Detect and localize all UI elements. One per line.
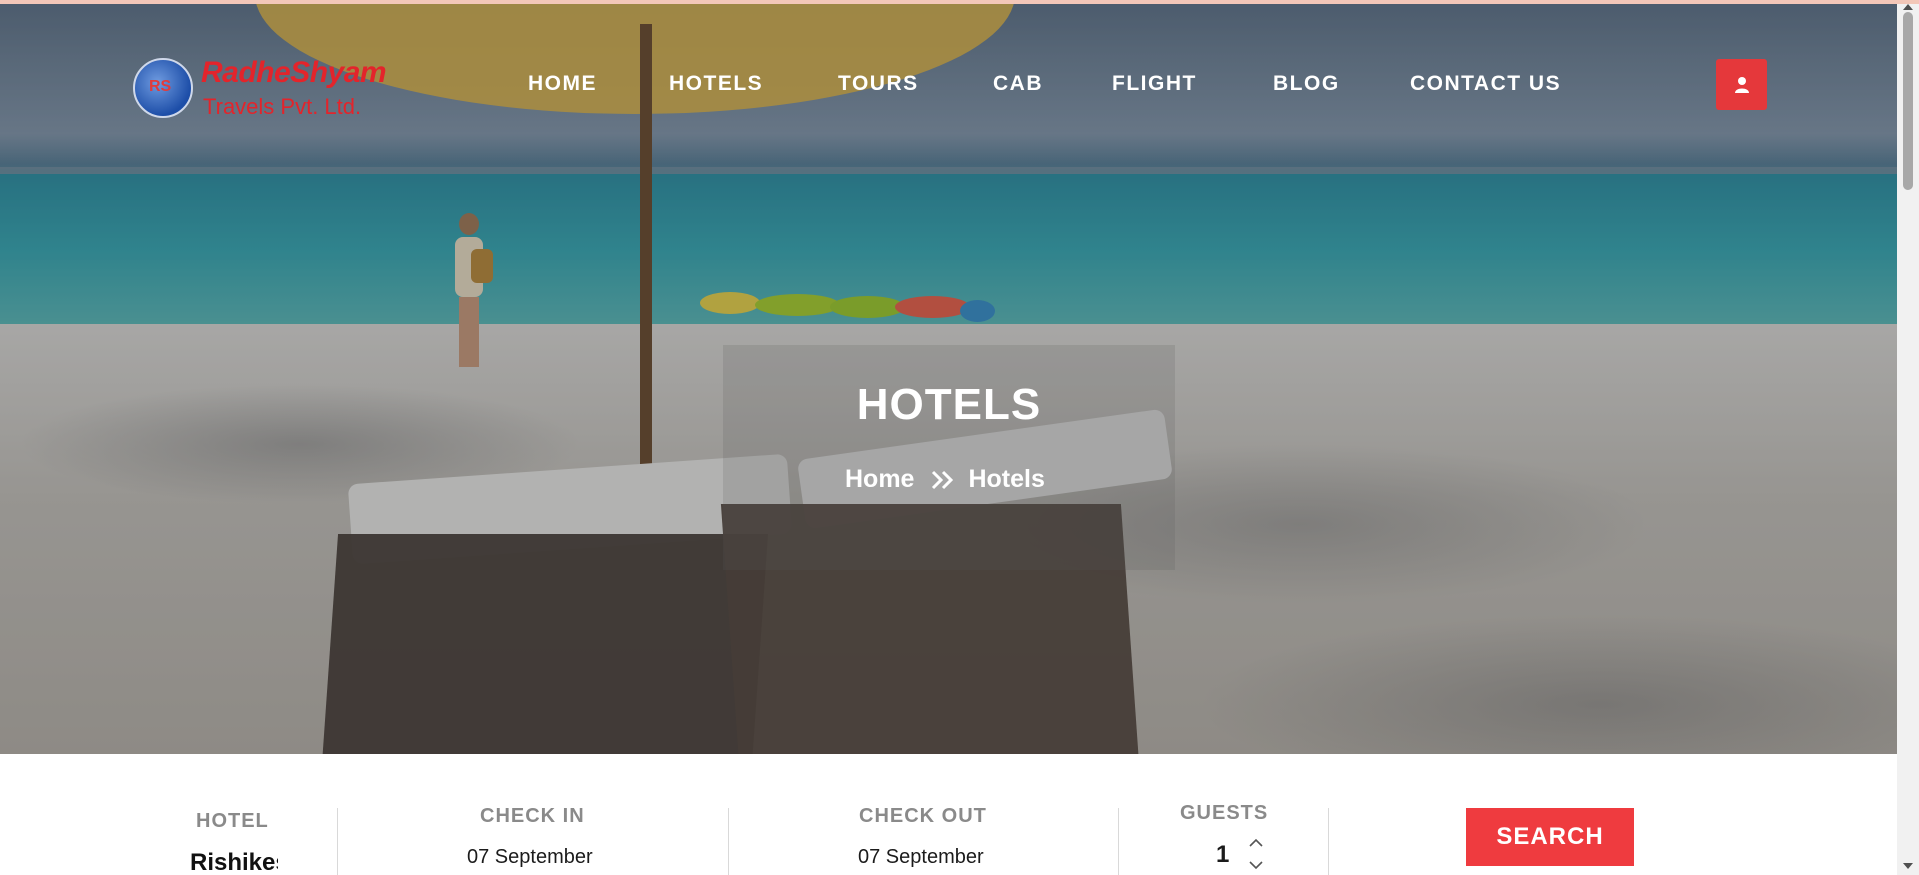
check-in-input[interactable]: 07 September <box>467 846 593 869</box>
divider <box>728 808 729 875</box>
divider <box>337 808 338 875</box>
site-header: RadheShyam Travels Pvt. Ltd. HOME HOTELS… <box>0 0 1897 170</box>
page-title-box: HOTELS Home Hotels <box>723 345 1175 570</box>
breadcrumb-home-link[interactable]: Home <box>845 465 914 494</box>
top-border <box>0 0 1919 4</box>
user-account-button[interactable] <box>1716 59 1767 110</box>
brand-subtitle: Travels Pvt. Ltd. <box>203 94 362 119</box>
hotel-input[interactable]: Rishikesh <box>190 849 278 875</box>
brand-name: RadheShyam <box>201 56 387 89</box>
user-icon <box>1734 76 1749 93</box>
nav-item-contact-us[interactable]: CONTACT US <box>1410 72 1561 96</box>
divider <box>1118 808 1119 875</box>
nav-item-flight[interactable]: FLIGHT <box>1112 72 1197 96</box>
breadcrumb: Home Hotels <box>845 465 1045 494</box>
brand-logo[interactable]: RadheShyam Travels Pvt. Ltd. <box>133 52 393 124</box>
check-out-label: CHECK OUT <box>859 805 987 827</box>
scrollbar-thumb[interactable] <box>1903 12 1913 190</box>
scroll-down-icon[interactable] <box>1902 861 1914 871</box>
nav-item-blog[interactable]: BLOG <box>1273 72 1340 96</box>
nav-item-cab[interactable]: CAB <box>993 72 1043 96</box>
check-out-input[interactable]: 07 September <box>858 846 984 869</box>
double-chevron-right-icon <box>930 469 956 491</box>
guests-label: GUESTS <box>1180 802 1269 824</box>
globe-logo-icon <box>133 58 193 118</box>
chevron-up-icon <box>1249 838 1263 847</box>
nav-item-tours[interactable]: TOURS <box>838 72 919 96</box>
page-title: HOTELS <box>856 380 1042 429</box>
check-in-label: CHECK IN <box>480 805 585 827</box>
chevron-down-icon <box>1249 861 1263 870</box>
page: RadheShyam Travels Pvt. Ltd. HOME HOTELS… <box>0 0 1919 875</box>
guests-input[interactable]: 1 <box>1216 841 1229 869</box>
hotel-label: HOTEL <box>196 810 269 832</box>
divider <box>1328 808 1329 875</box>
breadcrumb-current: Hotels <box>968 465 1045 493</box>
nav-item-home[interactable]: HOME <box>528 72 597 96</box>
search-button[interactable]: SEARCH <box>1466 808 1634 866</box>
nav-item-hotels[interactable]: HOTELS <box>669 72 763 96</box>
page-scrollbar[interactable] <box>1897 0 1919 875</box>
guests-stepper[interactable] <box>1246 836 1266 872</box>
